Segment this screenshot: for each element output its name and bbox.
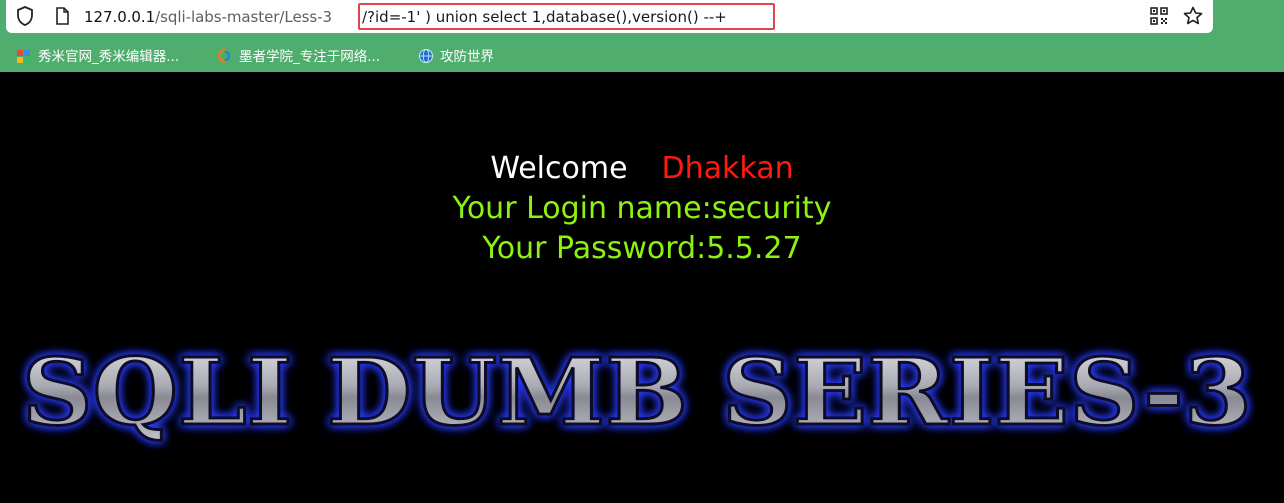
mozhe-icon <box>217 48 233 64</box>
browser-chrome: 127.0.0.1/sqli-labs-master/Less-3 /?id=-… <box>0 0 1284 72</box>
qr-code-icon[interactable] <box>1148 5 1170 27</box>
series-banner: SQLI DUMB SERIES-3 <box>21 342 1254 448</box>
password-result: Your Password:5.5.27 <box>482 231 802 266</box>
url-host: 127.0.0.1 <box>84 8 156 26</box>
bookmark-label: 秀米官网_秀米编辑器... <box>38 49 180 65</box>
welcome-text: Welcome <box>490 151 628 186</box>
bookmark-star-icon[interactable] <box>1182 5 1204 27</box>
page-content: Welcome Dhakkan Your Login name:security … <box>0 72 1284 503</box>
bookmark-label: 墨者学院_专注于网络... <box>239 49 381 65</box>
user-name: Dhakkan <box>661 151 794 186</box>
url-query[interactable]: /?id=-1' ) union select 1,database(),ver… <box>362 5 727 29</box>
url-text[interactable]: 127.0.0.1/sqli-labs-master/Less-3 <box>84 5 332 29</box>
globe-icon <box>418 48 434 64</box>
bookmarks-bar: 秀米官网_秀米编辑器... 墨者学院_专注于网络... 攻防世界 <box>0 42 1284 72</box>
login-name-result: Your Login name:security <box>452 191 832 226</box>
welcome-line: Welcome Dhakkan <box>0 152 1284 186</box>
bookmark-mozhe[interactable]: 墨者学院_专注于网络... <box>217 46 380 68</box>
shield-icon[interactable] <box>14 5 36 27</box>
xiumi-icon <box>16 48 32 64</box>
url-path: /sqli-labs-master/Less-3 <box>155 8 333 26</box>
banner-text: SQLI DUMB SERIES-3 <box>22 342 1252 446</box>
bookmark-gongfang[interactable]: 攻防世界 <box>418 46 494 68</box>
bookmark-label: 攻防世界 <box>440 49 494 65</box>
address-bar[interactable]: 127.0.0.1/sqli-labs-master/Less-3 /?id=-… <box>6 0 1213 33</box>
bookmark-xiumi[interactable]: 秀米官网_秀米编辑器... <box>16 46 179 68</box>
page-icon <box>51 5 73 27</box>
